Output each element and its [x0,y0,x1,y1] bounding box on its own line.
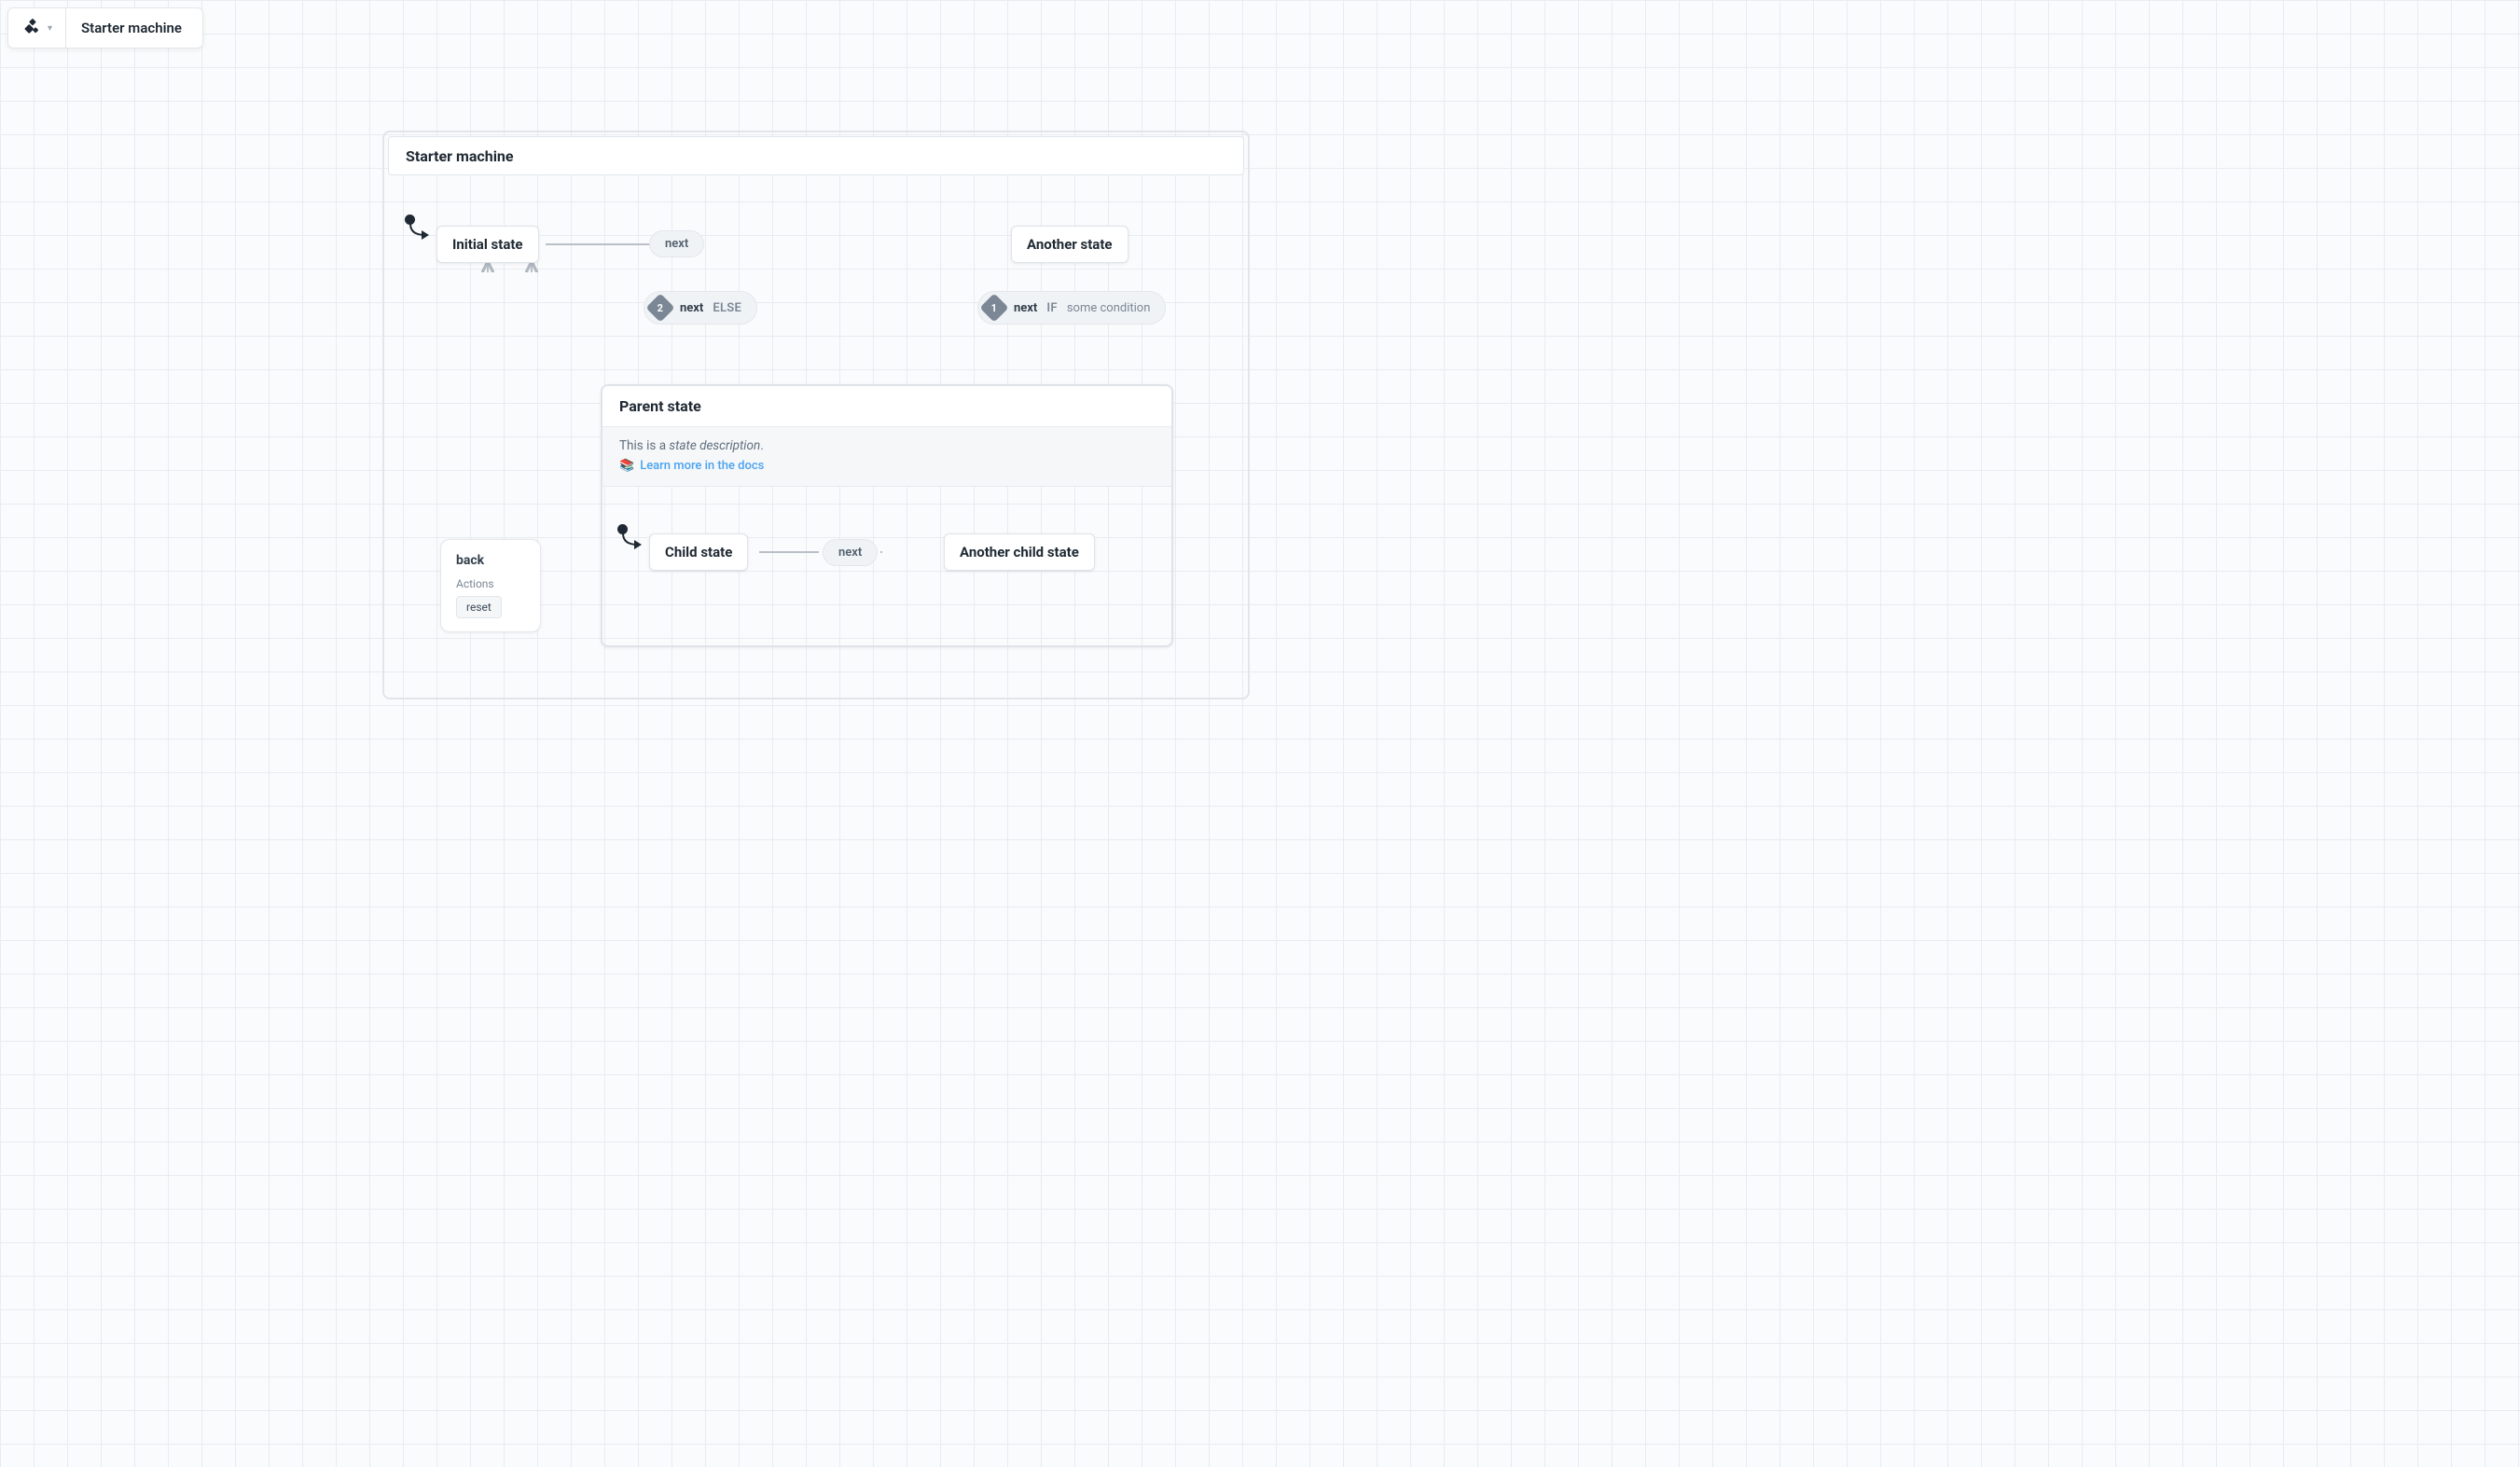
transition-guard-1[interactable]: 1 next IF some condition [977,291,1166,325]
initial-state-marker [405,215,429,241]
event-label: next [1014,301,1037,315]
transition-guard-2[interactable]: 2 next ELSE [644,291,757,325]
initial-state-marker [617,524,642,550]
parent-state-description-block: This is a state description. 📚 Learn mor… [602,427,1171,487]
diagram-canvas[interactable]: Starter machine [0,0,2520,1467]
action-tag[interactable]: reset [456,596,502,618]
state-label: Another child state [960,544,1079,561]
transition-next[interactable]: next [649,230,704,257]
guard-condition: some condition [1067,301,1151,315]
machine-title[interactable]: Starter machine [388,136,1244,175]
state-another[interactable]: Another state [1011,226,1128,263]
parent-state-description: This is a state description. [619,438,1155,453]
parent-state-body[interactable]: Child state next Another child state [602,487,1171,647]
event-label: back [456,553,525,568]
state-child[interactable]: Child state [649,533,748,571]
machine-container[interactable]: Starter machine [382,131,1250,699]
state-parent[interactable]: Parent state This is a state description… [601,384,1173,647]
guard-keyword: IF [1046,301,1058,315]
transition-child-next[interactable]: next [823,539,878,566]
guard-diamond-icon: 1 [979,293,1008,322]
state-label: Child state [665,544,732,561]
parent-state-title[interactable]: Parent state [602,386,1171,427]
app-logo-menu[interactable]: ▾ [8,8,66,48]
actions-heading: Actions [456,577,525,590]
toolbar-machine-title[interactable]: Starter machine [66,20,202,36]
stately-logo-icon [21,18,42,38]
state-another-child[interactable]: Another child state [944,533,1095,571]
event-label: next [838,546,862,560]
event-label: next [665,237,688,251]
toolbar: ▾ Starter machine [7,7,203,48]
guard-keyword: ELSE [713,301,741,315]
event-label: next [680,301,703,315]
state-label: Another state [1027,236,1113,253]
state-label: Initial state [452,236,523,253]
docs-link[interactable]: Learn more in the docs [640,459,764,473]
guard-diamond-icon: 2 [645,293,674,322]
book-icon: 📚 [619,459,634,473]
transition-back-card[interactable]: back Actions reset [440,539,541,632]
state-initial[interactable]: Initial state [436,226,539,263]
chevron-down-icon: ▾ [48,23,52,34]
